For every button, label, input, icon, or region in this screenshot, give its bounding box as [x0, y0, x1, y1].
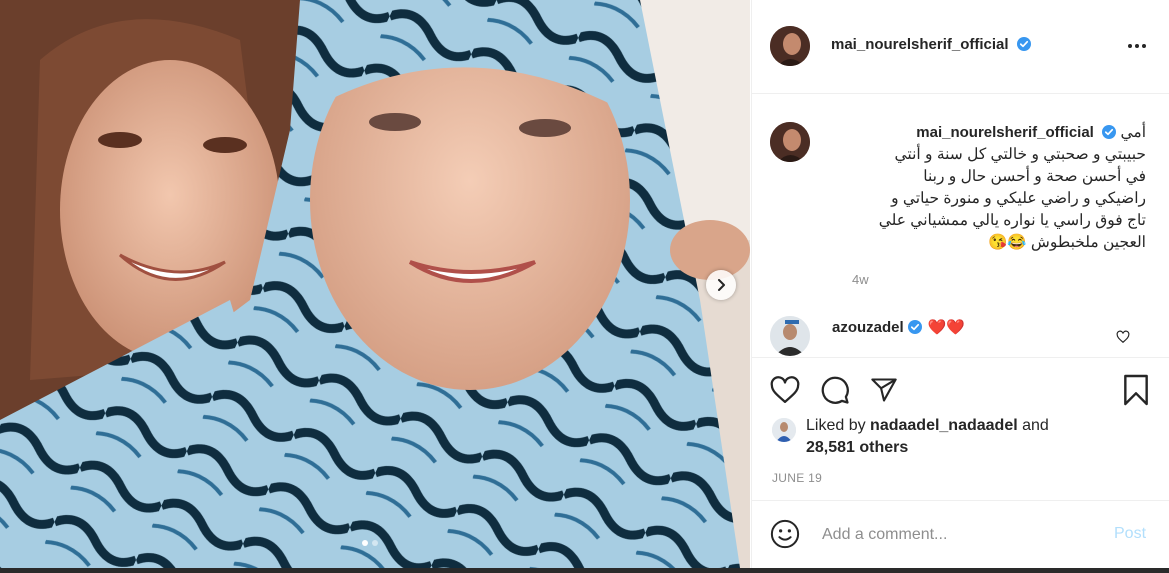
caption-line: تاج فوق راسي يا نواره يالي ممشياني علي	[878, 212, 1146, 229]
likes-prefix: Liked by	[806, 417, 866, 434]
comment-bubble-icon[interactable]	[820, 375, 850, 405]
commenter-username[interactable]: azouzadel	[832, 319, 904, 336]
avatar-image	[770, 122, 810, 162]
likes-and: and	[1022, 417, 1049, 434]
commenter-avatar[interactable]	[770, 316, 810, 356]
liker-username[interactable]: nadaadel_nadaadel	[870, 417, 1018, 434]
caption-line: حبيبتي و صحبتي و خالتي كل سنة و أنتي	[894, 146, 1147, 163]
likes-others-count[interactable]: 28,581 others	[806, 439, 908, 456]
next-slide-button[interactable]	[706, 270, 736, 300]
caption-author-avatar[interactable]	[770, 122, 810, 162]
post-header: mai_nourelsherif_official	[752, 0, 1169, 94]
share-send-icon[interactable]	[870, 376, 898, 404]
emoji-smiley-icon[interactable]	[770, 519, 800, 549]
comment-text: ❤️❤️	[927, 319, 966, 336]
author-avatar[interactable]	[770, 26, 810, 66]
caption-text: أمي mai_nourelsherif_official حبيبتي و ص…	[832, 122, 1146, 254]
carousel-indicator	[362, 540, 378, 546]
carousel-dot	[372, 540, 378, 546]
liker-avatar[interactable]	[772, 418, 796, 442]
verified-badge-icon	[1102, 125, 1117, 139]
caption-first-line: أمي mai_nourelsherif_official	[832, 122, 1146, 144]
post-comment-button[interactable]: Post	[1114, 525, 1146, 543]
verified-badge-icon	[1017, 37, 1032, 51]
comment-like-heart-icon[interactable]	[1116, 330, 1130, 344]
author-username[interactable]: mai_nourelsherif_official	[831, 36, 1009, 53]
likes-summary: Liked by nadaadel_nadaadel and 28,581 ot…	[806, 415, 1049, 459]
caption-line: العجين ملخبطوش 😂😘	[988, 234, 1146, 251]
comment-item: azouzadel ❤️❤️	[770, 316, 1150, 356]
caption-first-word: أمي	[1120, 124, 1146, 141]
comment-input[interactable]	[820, 523, 1094, 547]
caption-line: في أحسن صحة و أحسن حال و ربنا	[923, 168, 1146, 185]
post-date[interactable]: JUNE 19	[772, 471, 822, 485]
verified-badge-icon	[907, 320, 922, 334]
caption-author[interactable]: mai_nourelsherif_official	[916, 124, 1094, 141]
more-options-icon[interactable]	[1128, 38, 1152, 54]
caption-timestamp[interactable]: 4w	[852, 272, 869, 287]
caption-line: راضيكي و راضي عليكي و منورة حياتي و	[891, 190, 1146, 207]
comment-body: azouzadel ❤️❤️	[832, 318, 966, 337]
author-name-row: mai_nourelsherif_official	[831, 36, 1032, 54]
avatar-image	[770, 316, 810, 356]
avatar-image	[772, 418, 796, 442]
add-comment-bar: Post	[752, 500, 1169, 569]
caption-author-row: mai_nourelsherif_official	[916, 124, 1117, 141]
save-bookmark-icon[interactable]	[1122, 374, 1150, 406]
like-heart-icon[interactable]	[770, 376, 800, 404]
chevron-right-icon	[718, 279, 725, 291]
avatar-image	[770, 26, 810, 66]
post-actions	[752, 357, 1169, 418]
carousel-dot-active	[362, 540, 368, 546]
post-side-panel: mai_nourelsherif_official أمي mai_nourel…	[751, 0, 1169, 568]
post-photo[interactable]	[0, 0, 750, 568]
post-image	[0, 0, 750, 568]
